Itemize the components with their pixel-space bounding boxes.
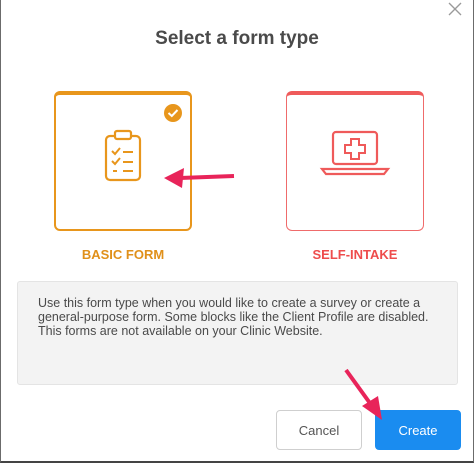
- self-intake-label[interactable]: SELF-INTAKE: [286, 247, 424, 262]
- basic-form-label[interactable]: BASIC FORM: [54, 247, 192, 262]
- create-button[interactable]: Create: [375, 410, 461, 450]
- dialog-title: Select a form type: [155, 28, 319, 49]
- form-type-description: Use this form type when you would like t…: [17, 281, 458, 385]
- cancel-button[interactable]: Cancel: [276, 410, 362, 450]
- selected-check-icon: [164, 104, 182, 122]
- dialog-frame: [0, 0, 474, 463]
- self-intake-card[interactable]: [286, 91, 424, 231]
- close-icon[interactable]: [446, 0, 464, 18]
- laptop-medical-cross-icon: [319, 130, 391, 176]
